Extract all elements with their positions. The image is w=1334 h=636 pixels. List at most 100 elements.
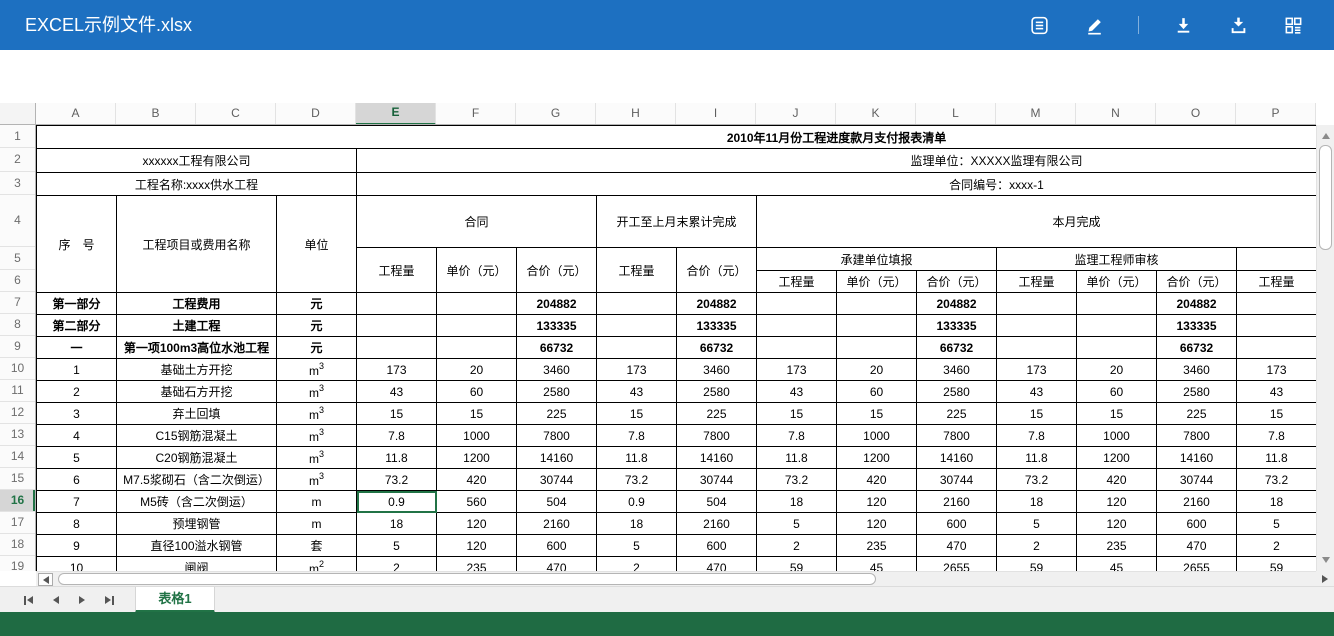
scroll-left-button[interactable] (38, 573, 53, 586)
cell-B8[interactable]: 土建工程 (117, 315, 277, 337)
cell-M7[interactable] (997, 293, 1077, 315)
cell-J7[interactable] (757, 293, 837, 315)
more-apps-icon[interactable] (1282, 14, 1304, 36)
cell-D19[interactable]: m2 (277, 557, 357, 572)
cell-L12[interactable]: 225 (917, 403, 997, 425)
cell-K19[interactable]: 45 (837, 557, 917, 572)
next-sheet-button[interactable] (77, 594, 87, 606)
cell-P16[interactable]: 18 (1237, 491, 1317, 513)
select-all-corner[interactable] (0, 103, 36, 125)
cell-K16[interactable]: 120 (837, 491, 917, 513)
row-header-16[interactable]: 16 (0, 490, 35, 512)
column-header-H[interactable]: H (596, 103, 676, 125)
cell-B12[interactable]: 弃土回填 (117, 403, 277, 425)
cell-N18[interactable]: 235 (1077, 535, 1157, 557)
cell-D14[interactable]: m3 (277, 447, 357, 469)
cell-B17[interactable]: 预埋钢管 (117, 513, 277, 535)
cell-J18[interactable]: 2 (757, 535, 837, 557)
header-supervisor-review[interactable]: 监理工程师审核 (997, 248, 1237, 271)
header-contractor-fill[interactable]: 承建单位填报 (757, 248, 997, 271)
row-header-1[interactable]: 1 (0, 125, 35, 148)
header-seq[interactable]: 序 号 (37, 196, 117, 293)
cell-D7[interactable]: 元 (277, 293, 357, 315)
cell-N19[interactable]: 45 (1077, 557, 1157, 572)
cell-H17[interactable]: 18 (597, 513, 677, 535)
cell-H14[interactable]: 11.8 (597, 447, 677, 469)
cell-K18[interactable]: 235 (837, 535, 917, 557)
header-qty[interactable]: 工程量 (997, 271, 1077, 293)
cell-G15[interactable]: 30744 (517, 469, 597, 491)
row-header-13[interactable]: 13 (0, 424, 35, 446)
column-header-L[interactable]: L (916, 103, 996, 125)
cell-E16[interactable]: 0.9 (357, 491, 437, 513)
cell-B16[interactable]: M5砖（含二次倒运） (117, 491, 277, 513)
cell-A18[interactable]: 9 (37, 535, 117, 557)
cell-O17[interactable]: 600 (1157, 513, 1237, 535)
cell-D16[interactable]: m (277, 491, 357, 513)
cell-J9[interactable] (757, 337, 837, 359)
cell-H11[interactable]: 43 (597, 381, 677, 403)
cell-G10[interactable]: 3460 (517, 359, 597, 381)
cell-N12[interactable]: 15 (1077, 403, 1157, 425)
cell-G14[interactable]: 14160 (517, 447, 597, 469)
cell-M10[interactable]: 173 (997, 359, 1077, 381)
cell-P14[interactable]: 11.8 (1237, 447, 1317, 469)
cell-L13[interactable]: 7800 (917, 425, 997, 447)
header-before-month[interactable]: 开工至上月末累计完成 (597, 196, 757, 248)
cell-A8[interactable]: 第二部分 (37, 315, 117, 337)
cell-J19[interactable]: 59 (757, 557, 837, 572)
cell-supervision-unit[interactable]: 监理单位：XXXXX监理有限公司 (357, 149, 1317, 173)
cell-O13[interactable]: 7800 (1157, 425, 1237, 447)
cell-F9[interactable] (437, 337, 517, 359)
cell-N7[interactable] (1077, 293, 1157, 315)
cell-F13[interactable]: 1000 (437, 425, 517, 447)
cell-I7[interactable]: 204882 (677, 293, 757, 315)
cell-J12[interactable]: 15 (757, 403, 837, 425)
previous-sheet-button[interactable] (51, 594, 61, 606)
cell-N16[interactable]: 120 (1077, 491, 1157, 513)
cell-B7[interactable]: 工程费用 (117, 293, 277, 315)
header-item[interactable]: 工程项目或费用名称 (117, 196, 277, 293)
cell-F11[interactable]: 60 (437, 381, 517, 403)
cell-M12[interactable]: 15 (997, 403, 1077, 425)
cell-P12[interactable]: 15 (1237, 403, 1317, 425)
first-sheet-button[interactable] (22, 594, 35, 607)
cell-H12[interactable]: 15 (597, 403, 677, 425)
cell-H18[interactable]: 5 (597, 535, 677, 557)
scroll-up-button[interactable] (1317, 129, 1334, 143)
save-as-icon[interactable] (1227, 14, 1249, 36)
cell-I14[interactable]: 14160 (677, 447, 757, 469)
cell-D12[interactable]: m3 (277, 403, 357, 425)
sheet-tab-active[interactable]: 表格1 (135, 587, 215, 613)
cell-A17[interactable]: 8 (37, 513, 117, 535)
row-header-3[interactable]: 3 (0, 172, 35, 195)
cell-I19[interactable]: 470 (677, 557, 757, 572)
cell-L10[interactable]: 3460 (917, 359, 997, 381)
cell-F16[interactable]: 560 (437, 491, 517, 513)
header-unit-price[interactable]: 单价（元） (837, 271, 917, 293)
row-header-11[interactable]: 11 (0, 380, 35, 402)
cell-H7[interactable] (597, 293, 677, 315)
cell-G7[interactable]: 204882 (517, 293, 597, 315)
cell-N17[interactable]: 120 (1077, 513, 1157, 535)
cell-E12[interactable]: 15 (357, 403, 437, 425)
header-unit-price[interactable]: 单价（元） (437, 248, 517, 293)
cell-O16[interactable]: 2160 (1157, 491, 1237, 513)
cell-E18[interactable]: 5 (357, 535, 437, 557)
cell-M9[interactable] (997, 337, 1077, 359)
cell-M11[interactable]: 43 (997, 381, 1077, 403)
cell-J8[interactable] (757, 315, 837, 337)
cell-E9[interactable] (357, 337, 437, 359)
cell-D17[interactable]: m (277, 513, 357, 535)
cell-N10[interactable]: 20 (1077, 359, 1157, 381)
cell-P13[interactable]: 7.8 (1237, 425, 1317, 447)
row-header-12[interactable]: 12 (0, 402, 35, 424)
cell-F19[interactable]: 235 (437, 557, 517, 572)
cell-L17[interactable]: 600 (917, 513, 997, 535)
cell-K9[interactable] (837, 337, 917, 359)
column-header-A[interactable]: A (36, 103, 116, 125)
cell-J16[interactable]: 18 (757, 491, 837, 513)
cell-H19[interactable]: 2 (597, 557, 677, 572)
cell-P7[interactable] (1237, 293, 1317, 315)
cell-M17[interactable]: 5 (997, 513, 1077, 535)
